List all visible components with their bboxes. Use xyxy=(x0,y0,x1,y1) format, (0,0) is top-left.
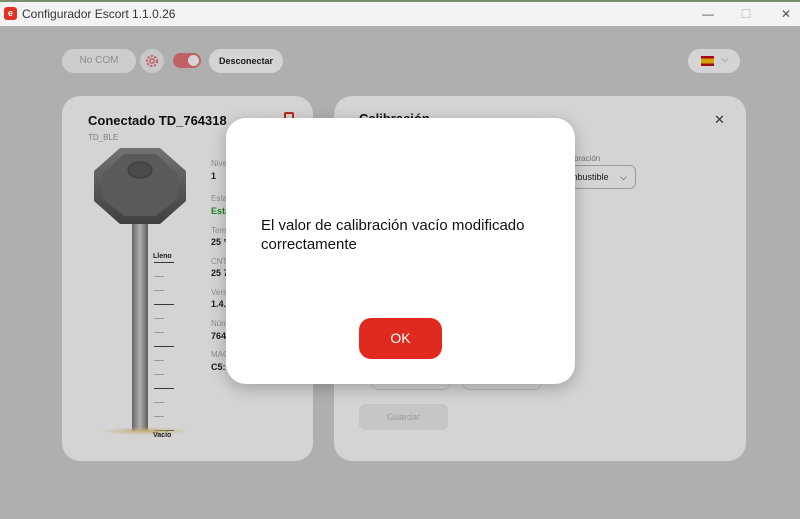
close-window-button[interactable]: ✕ xyxy=(776,5,796,23)
window-title: Configurador Escort 1.1.0.26 xyxy=(22,7,176,21)
maximize-button[interactable]: ☐ xyxy=(736,5,756,23)
confirmation-dialog: El valor de calibración vacío modificado… xyxy=(226,118,575,384)
ok-button[interactable]: OK xyxy=(359,318,442,359)
app-logo-icon: e xyxy=(4,7,17,20)
minimize-button[interactable]: — xyxy=(698,5,718,23)
dialog-message: El valor de calibración vacío modificado… xyxy=(261,217,525,253)
title-bar: e Configurador Escort 1.1.0.26 — ☐ ✕ xyxy=(0,0,800,26)
